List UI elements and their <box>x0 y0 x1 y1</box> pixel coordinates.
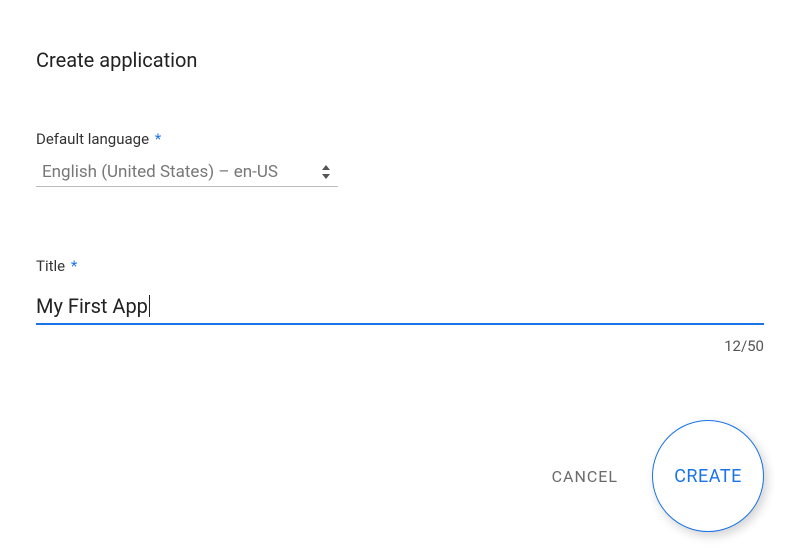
title-char-counter: 12/50 <box>36 337 764 355</box>
title-field: Title * My First App 12/50 <box>36 257 764 355</box>
default-language-select[interactable]: English (United States) – en-US <box>36 158 338 187</box>
required-asterisk: * <box>71 257 77 275</box>
chevron-updown-icon <box>322 165 332 179</box>
required-asterisk: * <box>155 130 161 148</box>
title-input-wrap[interactable]: My First App <box>36 293 764 325</box>
default-language-value: English (United States) – en-US <box>42 162 278 182</box>
default-language-field: Default language * English (United State… <box>36 130 764 187</box>
dialog-actions: CANCEL CREATE <box>552 420 764 532</box>
title-input[interactable]: My First App <box>36 295 150 317</box>
create-button[interactable]: CREATE <box>652 420 764 532</box>
default-language-label: Default language * <box>36 130 764 148</box>
label-text: Default language <box>36 130 149 148</box>
title-label: Title * <box>36 257 764 275</box>
cancel-button[interactable]: CANCEL <box>552 467 618 486</box>
page-title: Create application <box>36 48 764 72</box>
label-text: Title <box>36 257 65 275</box>
